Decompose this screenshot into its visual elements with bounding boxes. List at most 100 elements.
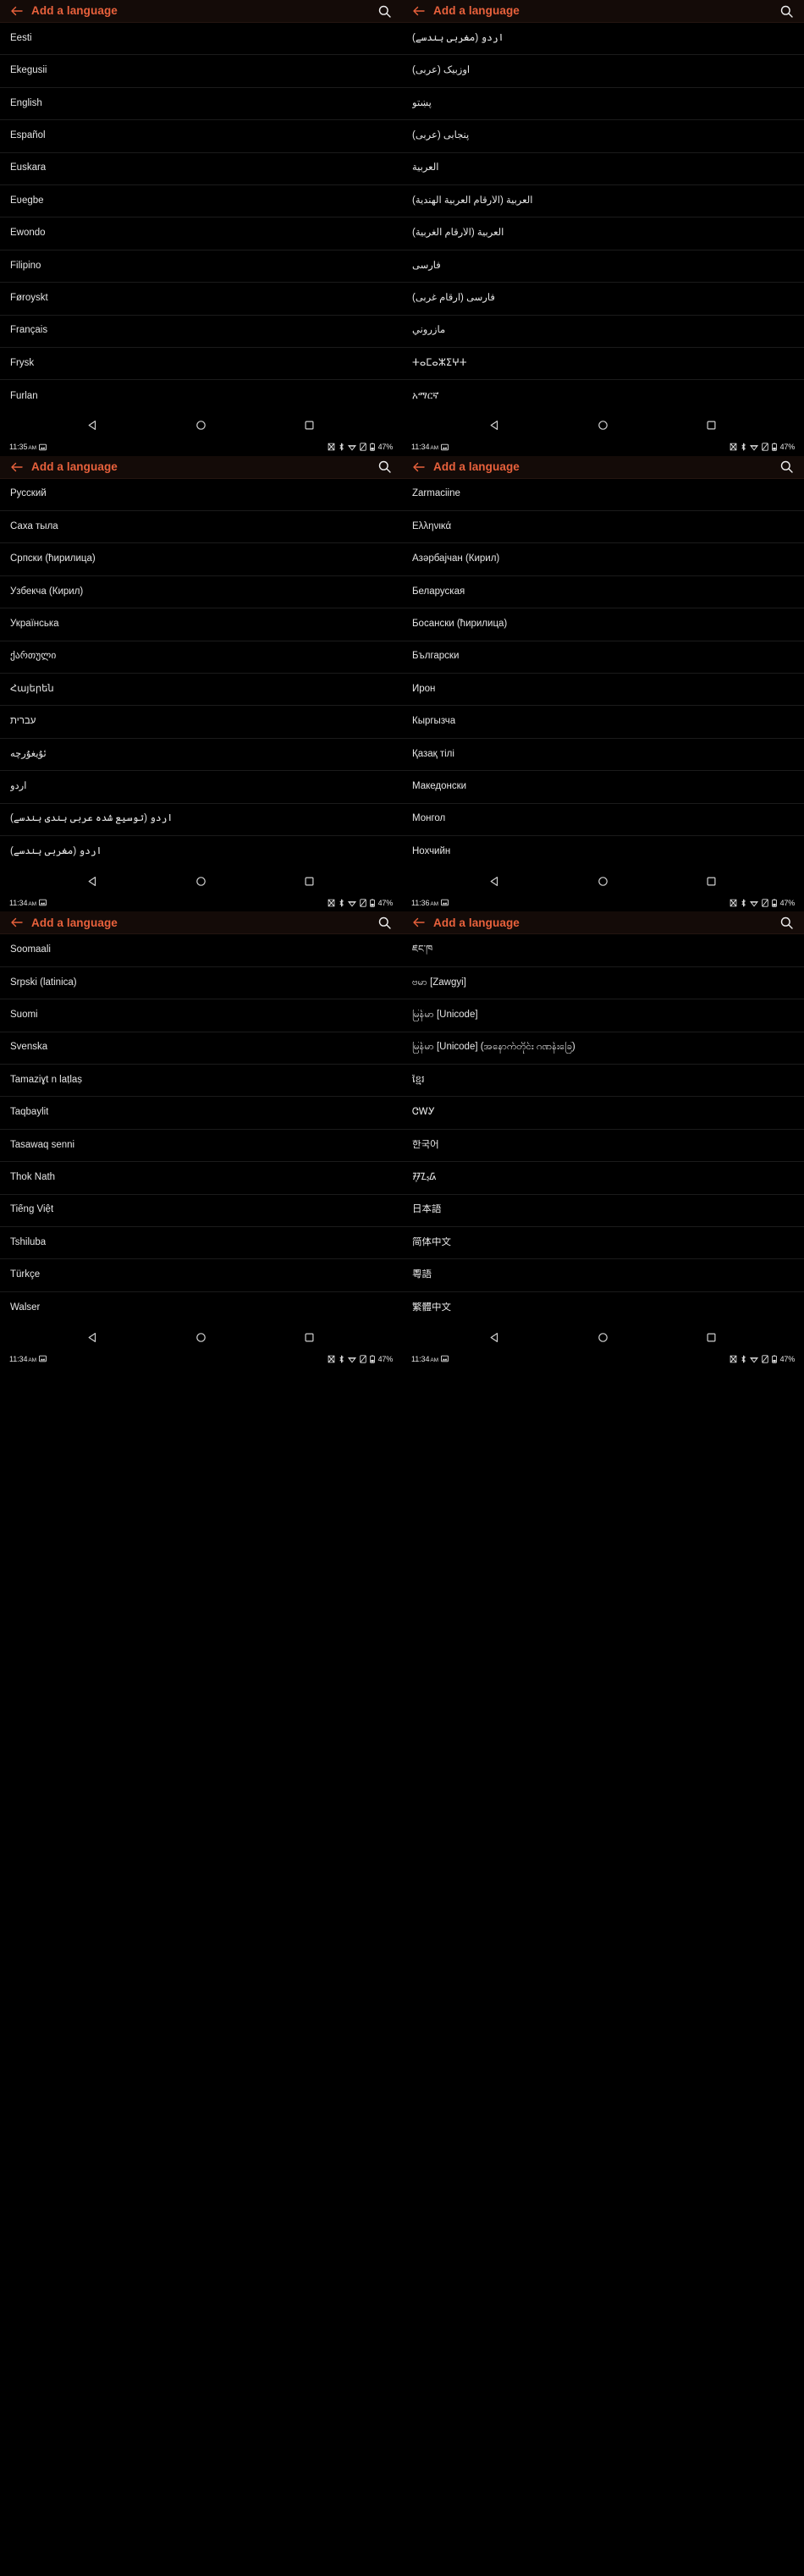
nav-back-triangle-icon[interactable] [486,416,504,435]
language-list-item[interactable]: Ekegusii [0,55,402,88]
language-list-item[interactable]: မြန်မာ [Unicode] [402,999,804,1032]
language-list-item[interactable]: မြန်မာ [Unicode] (အနောက်တိုင်း ဂဏန်းခြေ) [402,1032,804,1065]
nav-home-circle-icon[interactable] [191,1328,210,1346]
nav-back-triangle-icon[interactable] [486,872,504,890]
language-list-item[interactable]: Soomaali [0,934,402,967]
language-list-item[interactable]: Українська [0,608,402,641]
language-list-item[interactable]: ᮞᮥᮔ᮪ᮓ [402,1162,804,1195]
nav-back-triangle-icon[interactable] [84,416,102,435]
language-list-item[interactable]: فارسی (ارقام غربی) [402,283,804,316]
language-list-item[interactable]: Нохчийн [402,835,804,869]
nav-home-circle-icon[interactable] [191,872,210,890]
nav-home-circle-icon[interactable] [191,416,210,435]
nav-recents-square-icon[interactable] [300,416,318,435]
language-list-item[interactable]: Furlan [0,380,402,413]
back-arrow-icon[interactable] [8,459,25,476]
language-list-item[interactable]: Eʋegbe [0,184,402,218]
language-list-item[interactable]: Ирон [402,674,804,707]
nav-home-circle-icon[interactable] [593,872,612,890]
language-list-item[interactable]: 粵語 [402,1259,804,1292]
language-list-item[interactable]: עברית [0,706,402,739]
language-list-item[interactable]: 한국어 [402,1129,804,1163]
language-list-item[interactable]: Frysk [0,347,402,381]
language-list-item[interactable]: Français [0,315,402,348]
language-list-item[interactable]: Босански (ћирилица) [402,608,804,641]
nav-recents-square-icon[interactable] [300,1328,318,1346]
language-list-item[interactable]: Ewondo [0,217,402,250]
back-arrow-icon[interactable] [410,3,427,19]
language-list-item[interactable]: Монгол [402,803,804,836]
language-list-item[interactable]: Беларуская [402,575,804,609]
back-arrow-icon[interactable] [410,459,427,476]
language-list-item[interactable]: اوزبیک (عربی) [402,55,804,88]
language-list-item[interactable]: Zarmaciine [402,478,804,512]
language-list-item[interactable]: Srpski (latinica) [0,966,402,1000]
back-arrow-icon[interactable] [410,914,427,931]
language-list-item[interactable]: ⵜⴰⵎⴰⵣⵉⵖⵜ [402,347,804,381]
language-list-item[interactable]: Tasawaq senni [0,1129,402,1163]
search-icon[interactable] [779,459,795,475]
language-list-item[interactable]: پنجابی (عربی) [402,120,804,153]
back-arrow-icon[interactable] [8,3,25,19]
language-list-item[interactable]: Español [0,120,402,153]
language-list-item[interactable]: ཇོང་ཁ [402,934,804,967]
language-list-item[interactable]: فارسی [402,250,804,283]
nav-back-triangle-icon[interactable] [84,1328,102,1346]
search-icon[interactable] [377,3,393,19]
language-list-item[interactable]: مأزروني [402,315,804,348]
language-list-item[interactable]: العربية (الأرقام العربية الهندية) [402,184,804,218]
language-list-item[interactable]: Filipino [0,250,402,283]
language-list-item[interactable]: Հայերեն [0,674,402,707]
nav-recents-square-icon[interactable] [702,1328,720,1346]
back-arrow-icon[interactable] [8,914,25,931]
language-list-item[interactable]: Српски (ћирилица) [0,543,402,576]
language-list-item[interactable]: Thok Nath [0,1162,402,1195]
language-list-item[interactable]: 日本語 [402,1194,804,1227]
language-list-item[interactable]: اردو (توسیع شدہ عربی ہندی ہندسے) [0,803,402,836]
language-list-item[interactable]: Türkçe [0,1259,402,1292]
search-icon[interactable] [779,915,795,931]
language-list-item[interactable]: Svenska [0,1032,402,1065]
language-list-item[interactable]: Walser [0,1291,402,1325]
nav-home-circle-icon[interactable] [593,1328,612,1346]
nav-back-triangle-icon[interactable] [84,872,102,890]
language-list-item[interactable]: Македонски [402,771,804,804]
language-list-item[interactable]: ქართული [0,641,402,674]
language-list-item[interactable]: Eesti [0,23,402,56]
language-list-item[interactable]: اردو [0,771,402,804]
nav-recents-square-icon[interactable] [702,416,720,435]
language-list-item[interactable]: Ελληνικά [402,511,804,544]
nav-back-triangle-icon[interactable] [486,1328,504,1346]
nav-home-circle-icon[interactable] [593,416,612,435]
language-list-item[interactable]: العربية [402,152,804,185]
language-list-item[interactable]: ئۇيغۇرچە [0,738,402,772]
language-list-item[interactable]: Taqbaylit [0,1097,402,1130]
language-list-item[interactable]: አማርኛ [402,380,804,413]
language-list-item[interactable]: اردو (مغربی ہندسے) [0,835,402,869]
search-icon[interactable] [377,915,393,931]
language-list-item[interactable]: 简体中文 [402,1226,804,1260]
language-list-item[interactable]: ᏣᎳᎩ [402,1097,804,1130]
language-list-item[interactable]: پښتو [402,87,804,121]
language-list-item[interactable]: ខ្មែរ [402,1064,804,1098]
language-list-item[interactable]: Саха тыла [0,511,402,544]
language-list-item[interactable]: العربية (الأرقام الغربية) [402,217,804,250]
search-icon[interactable] [779,3,795,19]
language-list-item[interactable]: Euskara [0,152,402,185]
language-list-item[interactable]: Български [402,641,804,674]
language-list-item[interactable]: English [0,87,402,121]
language-list-item[interactable]: Føroyskt [0,283,402,316]
search-icon[interactable] [377,459,393,475]
language-list-item[interactable]: Кыргызча [402,706,804,739]
language-list-item[interactable]: Tiếng Việt [0,1194,402,1227]
language-list-item[interactable]: Азәрбајчан (Кирил) [402,543,804,576]
language-list-item[interactable]: اردو (مغربی ہندسے) [402,23,804,56]
language-list-item[interactable]: Русский [0,478,402,512]
language-list-item[interactable]: Suomi [0,999,402,1032]
nav-recents-square-icon[interactable] [702,872,720,890]
nav-recents-square-icon[interactable] [300,872,318,890]
language-list-item[interactable]: Ўзбекча (Кирил) [0,575,402,609]
language-list-item[interactable]: Tshiluba [0,1226,402,1260]
language-list-item[interactable]: Tamaziɣt n laṭlaṣ [0,1064,402,1098]
language-list-item[interactable]: 繁體中文 [402,1291,804,1325]
